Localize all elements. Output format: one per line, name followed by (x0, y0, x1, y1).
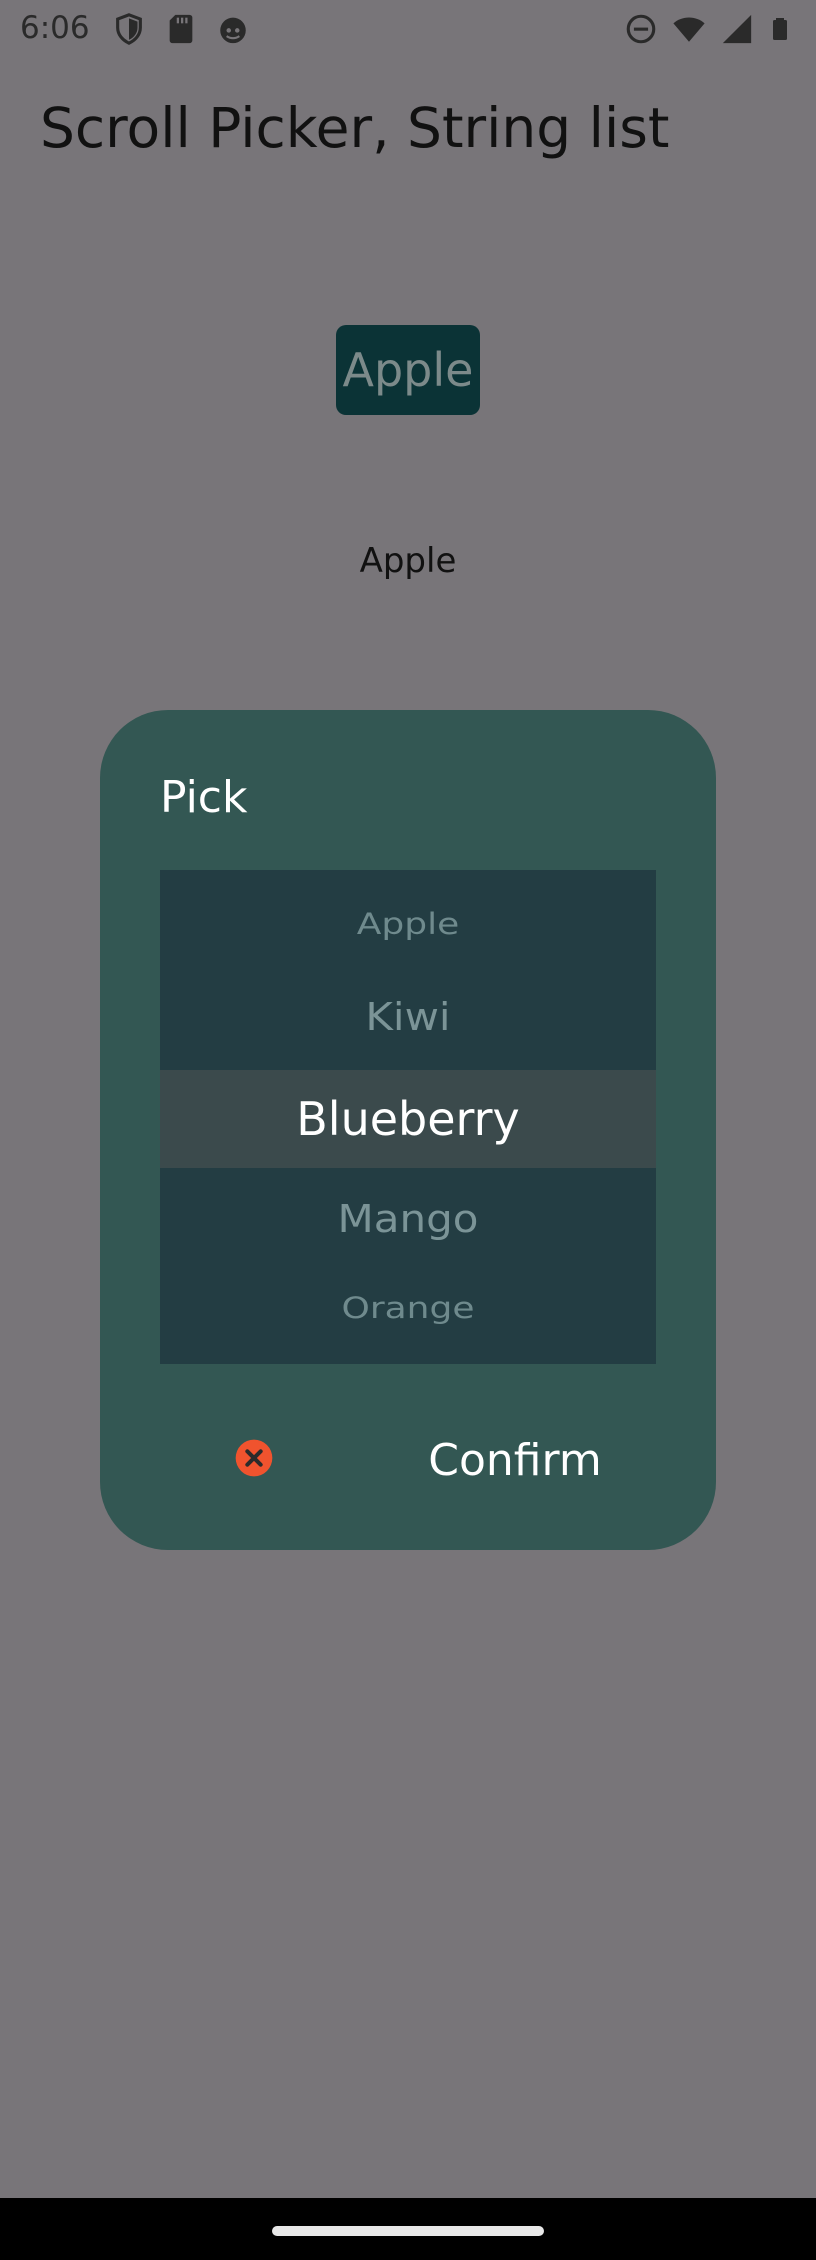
dialog-title: Pick (160, 772, 248, 823)
status-left-icons (112, 12, 250, 46)
signal-icon (722, 14, 752, 44)
home-indicator[interactable] (272, 2226, 544, 2236)
picker-dialog: Pick Apple Kiwi Blueberry Mango Orange C… (100, 710, 716, 1550)
picker-item[interactable]: Apple (160, 908, 656, 942)
selected-value-text: Apple (359, 541, 457, 581)
status-bar: 6:06 (0, 0, 816, 60)
sd-card-icon (169, 14, 193, 44)
picker-item[interactable]: Orange (160, 1292, 656, 1326)
cancel-button[interactable] (234, 1438, 274, 1478)
shield-icon (116, 13, 142, 45)
android-face-icon (220, 17, 246, 44)
status-time: 6:06 (20, 10, 90, 46)
picker-item-selected[interactable]: Blueberry (160, 1092, 656, 1146)
status-right-icons (624, 12, 792, 46)
close-circle-icon (235, 1439, 273, 1477)
scroll-picker[interactable]: Apple Kiwi Blueberry Mango Orange (160, 870, 656, 1364)
picker-item[interactable]: Mango (160, 1196, 656, 1241)
picker-item[interactable]: Kiwi (160, 994, 656, 1039)
page-title: Scroll Picker, String list (40, 96, 670, 160)
do-not-disturb-icon (626, 14, 656, 44)
battery-icon (773, 18, 787, 40)
open-picker-button[interactable]: Apple (336, 325, 480, 415)
wifi-icon (673, 17, 705, 42)
navigation-bar (0, 2198, 816, 2260)
confirm-button[interactable]: Confirm (400, 1430, 630, 1490)
